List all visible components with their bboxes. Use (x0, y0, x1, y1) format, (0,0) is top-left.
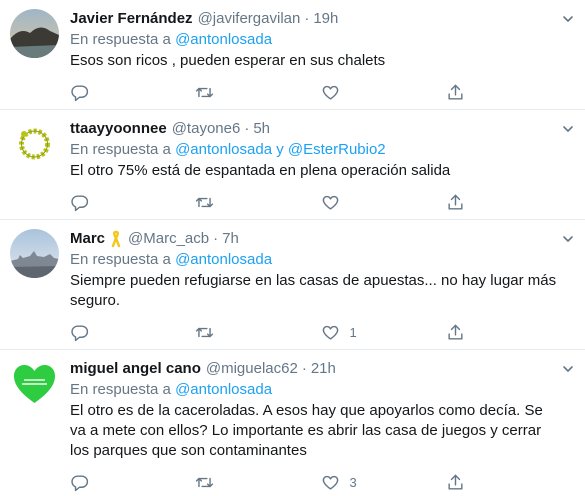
like-icon (322, 195, 338, 210)
timestamp[interactable]: 5h (253, 119, 270, 139)
like-button[interactable]: 3 (321, 473, 446, 492)
author-name[interactable]: Javier Fernández (70, 9, 193, 29)
tweet-text: Esos son ricos , pueden esperar en sus c… (70, 52, 386, 69)
mention-link[interactable]: @antonlosada (175, 31, 272, 48)
author-name[interactable]: miguel angel cano (70, 359, 201, 379)
author-name[interactable]: ttaayyoonnee (70, 119, 167, 139)
like-button[interactable] (321, 193, 446, 212)
tweet-reply[interactable]: Marc @Marc_acb · 7h En respuesta a @anto… (0, 220, 585, 350)
retweet-button[interactable] (195, 193, 320, 212)
reply-button[interactable] (70, 473, 195, 492)
like-icon (322, 475, 338, 490)
author-name[interactable]: Marc (70, 229, 105, 249)
reply-prefix: En respuesta a (70, 381, 171, 398)
share-icon (448, 474, 463, 490)
retweet-icon (196, 87, 214, 97)
like-icon (322, 85, 338, 100)
timestamp[interactable]: 19h (313, 9, 338, 29)
chevron-down-icon[interactable] (561, 12, 575, 26)
separator-dot: · (301, 360, 307, 377)
tweet-reply[interactable]: miguel angel cano @miguelac62 · 21h En r… (0, 350, 585, 496)
tweet-reply[interactable]: Javier Fernández @javifergavilan · 19h E… (0, 0, 585, 110)
tweet-text: El otro es de la caceroladas. A esos hay… (70, 402, 543, 459)
tweet-actions: 1 (70, 311, 571, 353)
share-icon (448, 84, 463, 100)
share-button[interactable] (446, 473, 571, 492)
mention-link[interactable]: @antonlosada (175, 251, 272, 268)
share-button[interactable] (446, 323, 571, 342)
tweet-reply[interactable]: ttaayyoonnee @tayone6 · 5h En respuesta … (0, 110, 585, 220)
reply-context: En respuesta a @antonlosada (70, 380, 571, 400)
like-icon (322, 325, 338, 340)
share-icon (448, 194, 463, 210)
reply-context: En respuesta a @antonlosada (70, 30, 571, 50)
chevron-down-icon[interactable] (561, 232, 575, 246)
retweet-icon (196, 477, 214, 487)
like-count: 3 (349, 474, 357, 490)
separator-dot: · (244, 120, 250, 137)
like-button[interactable]: 1 (321, 323, 446, 342)
like-count: 1 (349, 324, 357, 340)
mention-link[interactable]: @antonlosada (175, 381, 272, 398)
reply-button[interactable] (70, 193, 195, 212)
avatar[interactable] (10, 119, 59, 168)
reply-prefix: En respuesta a (70, 31, 171, 48)
reply-icon (71, 194, 89, 211)
reply-prefix: En respuesta a (70, 251, 171, 268)
tweet-actions (70, 181, 571, 223)
avatar[interactable] (10, 9, 59, 58)
avatar[interactable] (10, 359, 59, 408)
separator-dot: · (304, 10, 310, 27)
reply-icon (71, 474, 89, 491)
retweet-icon (196, 197, 214, 207)
retweet-button[interactable] (195, 473, 320, 492)
tweet-actions: 3 (70, 461, 571, 496)
tweet-text: El otro 75% está de espantada en plena o… (70, 162, 451, 179)
author-handle[interactable]: @miguelac62 (206, 359, 298, 379)
reply-icon (71, 84, 89, 101)
like-button[interactable] (321, 83, 446, 102)
mention-link[interactable]: @antonlosada y @EsterRubio2 (175, 141, 386, 158)
reply-context: En respuesta a @antonlosada y @EsterRubi… (70, 140, 571, 160)
author-handle[interactable]: @Marc_acb (128, 229, 209, 249)
avatar[interactable] (10, 229, 59, 278)
timestamp[interactable]: 7h (222, 229, 239, 249)
separator-dot: · (213, 230, 219, 247)
reply-prefix: En respuesta a (70, 141, 171, 158)
yellow-ribbon-icon (111, 230, 121, 248)
chevron-down-icon[interactable] (561, 122, 575, 136)
share-button[interactable] (446, 193, 571, 212)
retweet-button[interactable] (195, 323, 320, 342)
author-handle[interactable]: @javifergavilan (198, 9, 301, 29)
author-handle[interactable]: @tayone6 (172, 119, 241, 139)
share-icon (448, 324, 463, 340)
tweet-text: Siempre pueden refugiarse en las casas d… (70, 272, 557, 309)
tweet-actions (70, 71, 571, 113)
reply-context: En respuesta a @antonlosada (70, 250, 571, 270)
reply-button[interactable] (70, 323, 195, 342)
chevron-down-icon[interactable] (561, 362, 575, 376)
share-button[interactable] (446, 83, 571, 102)
reply-icon (71, 324, 89, 341)
retweet-icon (196, 327, 214, 337)
reply-button[interactable] (70, 83, 195, 102)
timestamp[interactable]: 21h (311, 359, 336, 379)
retweet-button[interactable] (195, 83, 320, 102)
